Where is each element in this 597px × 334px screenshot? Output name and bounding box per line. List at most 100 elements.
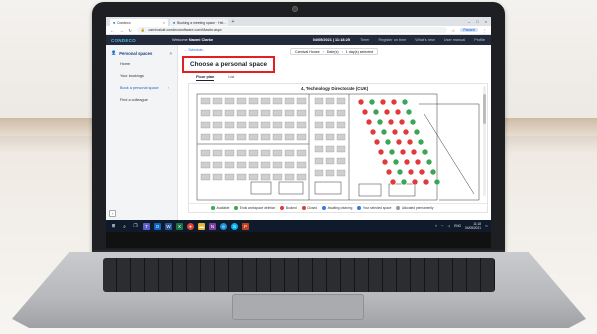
skype-icon[interactable]: S: [231, 222, 238, 230]
teams-icon[interactable]: T: [143, 222, 150, 230]
seat-available-marker[interactable]: [425, 158, 433, 166]
file-explorer-icon[interactable]: ▬: [198, 222, 205, 230]
seat-booked-marker[interactable]: [361, 108, 369, 116]
seat-available-marker[interactable]: [421, 148, 429, 156]
windows-start-icon[interactable]: ⊞: [110, 223, 117, 230]
floor-plan-map[interactable]: [189, 84, 488, 213]
seat-booked-marker[interactable]: [407, 168, 415, 176]
seat-available-marker[interactable]: [384, 138, 392, 146]
scrollbar-thumb[interactable]: [483, 94, 486, 124]
edge-icon[interactable]: e: [220, 222, 227, 230]
seat-available-marker[interactable]: [396, 168, 404, 176]
url-field[interactable]: 🔒 carnivalukl.condecosoftware.com/Master…: [136, 27, 447, 33]
seat-booked-marker[interactable]: [383, 108, 391, 116]
seat-available-marker[interactable]: [401, 98, 409, 106]
taskbar-clock[interactable]: 11:18 04/05/2021: [465, 222, 481, 230]
seat-booked-marker[interactable]: [422, 178, 430, 186]
collapse-sidebar-icon[interactable]: ‹: [109, 210, 116, 217]
seat-available-marker[interactable]: [417, 138, 425, 146]
seat-booked-marker[interactable]: [395, 138, 403, 146]
wifi-icon[interactable]: ◠: [441, 224, 444, 228]
seat-booked-marker[interactable]: [390, 98, 398, 106]
seat-booked-marker[interactable]: [389, 178, 397, 186]
back-arrow-icon[interactable]: ←: [110, 28, 114, 33]
close-window-icon[interactable]: ×: [485, 19, 487, 24]
seat-available-marker[interactable]: [413, 128, 421, 136]
nav-link-register[interactable]: Register on time: [379, 38, 407, 42]
tab-floor-plan[interactable]: Floor plan: [196, 75, 215, 81]
minimize-icon[interactable]: –: [468, 19, 470, 24]
seat-available-marker[interactable]: [368, 98, 376, 106]
onenote-icon[interactable]: N: [209, 222, 216, 230]
word-icon[interactable]: W: [165, 222, 172, 230]
seat-booked-marker[interactable]: [387, 118, 395, 126]
close-tab-icon[interactable]: ×: [163, 21, 165, 25]
floor-plan-scrollbar[interactable]: [483, 86, 486, 196]
floor-plan-panel[interactable]: 4, Technology Directorate (CUK) Availabl…: [188, 83, 488, 213]
seat-booked-marker[interactable]: [365, 118, 373, 126]
seat-booked-marker[interactable]: [381, 158, 389, 166]
seat-booked-marker[interactable]: [377, 148, 385, 156]
seat-booked-marker[interactable]: [410, 148, 418, 156]
seat-booked-marker[interactable]: [418, 168, 426, 176]
seat-booked-marker[interactable]: [414, 158, 422, 166]
chrome-icon[interactable]: ●: [187, 222, 194, 230]
profile-paused-button[interactable]: Paused: [460, 28, 478, 32]
condeco-logo[interactable]: CONDECO: [106, 38, 172, 43]
browser-tab-condeco[interactable]: ■ Condeco ×: [110, 19, 168, 26]
seat-booked-marker[interactable]: [411, 178, 419, 186]
nav-link-timer[interactable]: Timer: [360, 38, 370, 42]
forward-arrow-icon[interactable]: →: [119, 28, 123, 33]
seat-booked-marker[interactable]: [385, 168, 393, 176]
sidebar-item-book-personal-space[interactable]: Book a personal space ›: [106, 82, 177, 94]
browser-tab-booking[interactable]: ■ Booking a meeting space · Hel... ×: [170, 19, 228, 26]
seat-booked-marker[interactable]: [402, 128, 410, 136]
nav-link-user-manual[interactable]: User manual: [444, 38, 466, 42]
desk-block: [284, 149, 295, 157]
seat-available-marker[interactable]: [433, 178, 441, 186]
seat-available-marker[interactable]: [429, 168, 437, 176]
nav-link-whats-new[interactable]: What's new: [415, 38, 435, 42]
seat-booked-marker[interactable]: [403, 158, 411, 166]
seat-available-marker[interactable]: [400, 178, 408, 186]
seat-booked-marker[interactable]: [357, 98, 365, 106]
seat-booked-marker[interactable]: [373, 138, 381, 146]
seat-available-marker[interactable]: [380, 128, 388, 136]
notifications-icon[interactable]: ▭: [485, 224, 488, 228]
sidebar-item-label: Book a personal space: [120, 86, 159, 90]
seat-booked-marker[interactable]: [398, 118, 406, 126]
seat-available-marker[interactable]: [392, 158, 400, 166]
sidebar-item-find-colleague[interactable]: Find a colleague: [106, 94, 177, 106]
menu-kebab-icon[interactable]: ⋮: [483, 28, 487, 33]
new-tab-button[interactable]: +: [230, 19, 236, 26]
language-indicator[interactable]: ENG: [454, 224, 461, 228]
booking-filter-bar[interactable]: Carnival House › Date(s) › 1 day(s) sele…: [290, 48, 379, 55]
nav-link-profile[interactable]: Profile: [474, 38, 485, 42]
reload-icon[interactable]: ↻: [128, 28, 132, 33]
seat-booked-marker[interactable]: [391, 128, 399, 136]
seat-booked-marker[interactable]: [394, 108, 402, 116]
back-link[interactable]: ← Schedule...: [184, 48, 205, 52]
maximize-icon[interactable]: □: [476, 19, 478, 24]
powerpoint-icon[interactable]: P: [242, 222, 249, 230]
seat-available-marker[interactable]: [409, 118, 417, 126]
search-icon[interactable]: ⌕: [121, 223, 128, 230]
seat-available-marker[interactable]: [376, 118, 384, 126]
seat-booked-marker[interactable]: [379, 98, 387, 106]
seat-booked-marker[interactable]: [399, 148, 407, 156]
outlook-icon[interactable]: O: [154, 222, 161, 230]
seat-available-marker[interactable]: [405, 108, 413, 116]
volume-icon[interactable]: ◁: [448, 224, 450, 228]
seat-available-marker[interactable]: [388, 148, 396, 156]
task-view-icon[interactable]: ❐: [132, 223, 139, 230]
seat-available-marker[interactable]: [372, 108, 380, 116]
chevron-up-icon[interactable]: ˄: [435, 224, 437, 228]
tab-list[interactable]: List: [228, 75, 234, 81]
excel-icon[interactable]: X: [176, 222, 183, 230]
seat-booked-marker[interactable]: [369, 128, 377, 136]
seat-booked-marker[interactable]: [406, 138, 414, 146]
sidebar-item-home[interactable]: Home: [106, 58, 177, 70]
sidebar-item-your-bookings[interactable]: Your bookings: [106, 70, 177, 82]
star-icon[interactable]: ☆: [452, 28, 456, 33]
sidebar-heading[interactable]: 👤 Personal spaces ˄: [106, 48, 177, 58]
